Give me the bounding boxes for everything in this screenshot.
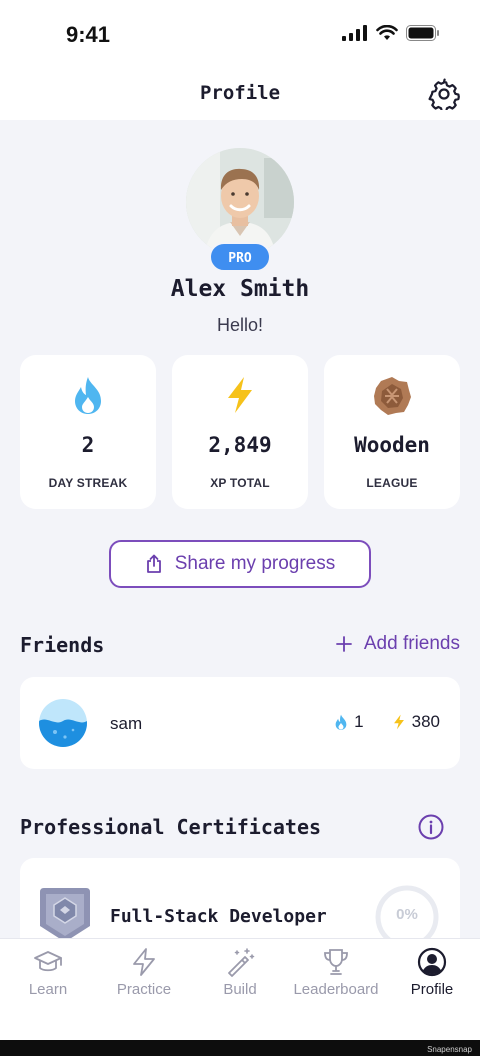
flame-icon bbox=[75, 377, 101, 414]
friend-xp: 380 bbox=[411, 712, 440, 731]
stat-value: 2,849 bbox=[208, 433, 272, 457]
water-avatar-icon bbox=[39, 699, 87, 747]
friend-stats: 1 380 bbox=[334, 712, 440, 732]
avatar bbox=[186, 148, 294, 256]
certificate-name: Full-Stack Developer bbox=[110, 906, 327, 927]
tab-label: Leaderboard bbox=[293, 981, 379, 998]
lightning-icon bbox=[228, 377, 252, 413]
status-time: 9:41 bbox=[66, 22, 111, 47]
user-name: Alex Smith bbox=[170, 276, 310, 302]
tab-label: Profile bbox=[410, 981, 454, 998]
avatar-photo bbox=[186, 148, 294, 256]
bottom-strip bbox=[0, 1040, 480, 1056]
stat-card-xp-total[interactable]: 2,849 XP TOTAL bbox=[172, 355, 308, 509]
gear-icon bbox=[428, 78, 460, 113]
share-button-label: Share my progress bbox=[174, 553, 336, 574]
trophy-icon bbox=[324, 949, 348, 975]
tab-leaderboard[interactable]: Leaderboard bbox=[288, 939, 384, 1041]
friend-list-item[interactable]: sam 1 380 bbox=[20, 677, 460, 769]
friend-streak: 1 bbox=[354, 712, 364, 731]
pro-badge: PRO bbox=[209, 242, 271, 272]
header: Profile bbox=[0, 70, 480, 120]
friend-name: sam bbox=[110, 714, 143, 733]
tab-label: Practice bbox=[116, 981, 172, 998]
stat-card-day-streak[interactable]: 2 DAY STREAK bbox=[20, 355, 156, 509]
share-icon bbox=[146, 554, 161, 573]
status-icons bbox=[342, 25, 440, 41]
wifi-icon bbox=[376, 25, 398, 40]
add-friends-label: Add friends bbox=[363, 633, 460, 654]
settings-button[interactable] bbox=[428, 78, 460, 113]
status-bar: 9:41 bbox=[0, 0, 480, 70]
flame-icon bbox=[335, 714, 347, 730]
tab-profile[interactable]: Profile bbox=[384, 939, 480, 1041]
stat-label: LEAGUE bbox=[366, 476, 418, 490]
graduation-cap-icon bbox=[34, 951, 62, 972]
watermark: Snapensnap bbox=[427, 1045, 472, 1054]
certificates-info-button[interactable] bbox=[418, 814, 444, 840]
stat-label: XP TOTAL bbox=[210, 476, 270, 490]
tab-build[interactable]: Build bbox=[192, 939, 288, 1041]
add-friends-button[interactable]: Add friends bbox=[335, 633, 460, 655]
friends-heading: Friends bbox=[20, 633, 105, 657]
bottom-tab-bar: Learn Practice Build Leaderboard Profile bbox=[0, 938, 480, 1040]
lightning-icon bbox=[133, 948, 155, 976]
tab-label: Build bbox=[223, 981, 257, 998]
stat-card-league[interactable]: Wooden LEAGUE bbox=[324, 355, 460, 509]
certificate-badge-icon bbox=[38, 884, 92, 944]
info-icon bbox=[418, 814, 444, 840]
stat-value: 2 bbox=[81, 433, 95, 457]
certificates-heading: Professional Certificates bbox=[20, 815, 322, 839]
user-circle-icon bbox=[417, 947, 447, 977]
stat-value: Wooden bbox=[354, 433, 430, 457]
profile-avatar[interactable] bbox=[186, 148, 294, 256]
tab-practice[interactable]: Practice bbox=[96, 939, 192, 1041]
magic-wand-icon bbox=[228, 948, 255, 977]
stat-label: DAY STREAK bbox=[48, 476, 128, 490]
wooden-league-icon bbox=[374, 377, 411, 415]
tab-learn[interactable]: Learn bbox=[0, 939, 96, 1041]
plus-icon bbox=[335, 636, 352, 652]
tab-label: Learn bbox=[28, 981, 68, 998]
cellular-signal-icon bbox=[342, 25, 367, 41]
user-greeting: Hello! bbox=[216, 315, 264, 335]
battery-icon bbox=[406, 25, 439, 41]
share-progress-button[interactable]: Share my progress bbox=[109, 540, 371, 588]
lightning-icon bbox=[393, 714, 404, 730]
certificate-progress-value: 0% bbox=[396, 906, 418, 923]
page-title: Profile bbox=[199, 82, 281, 104]
friend-avatar bbox=[39, 699, 87, 747]
